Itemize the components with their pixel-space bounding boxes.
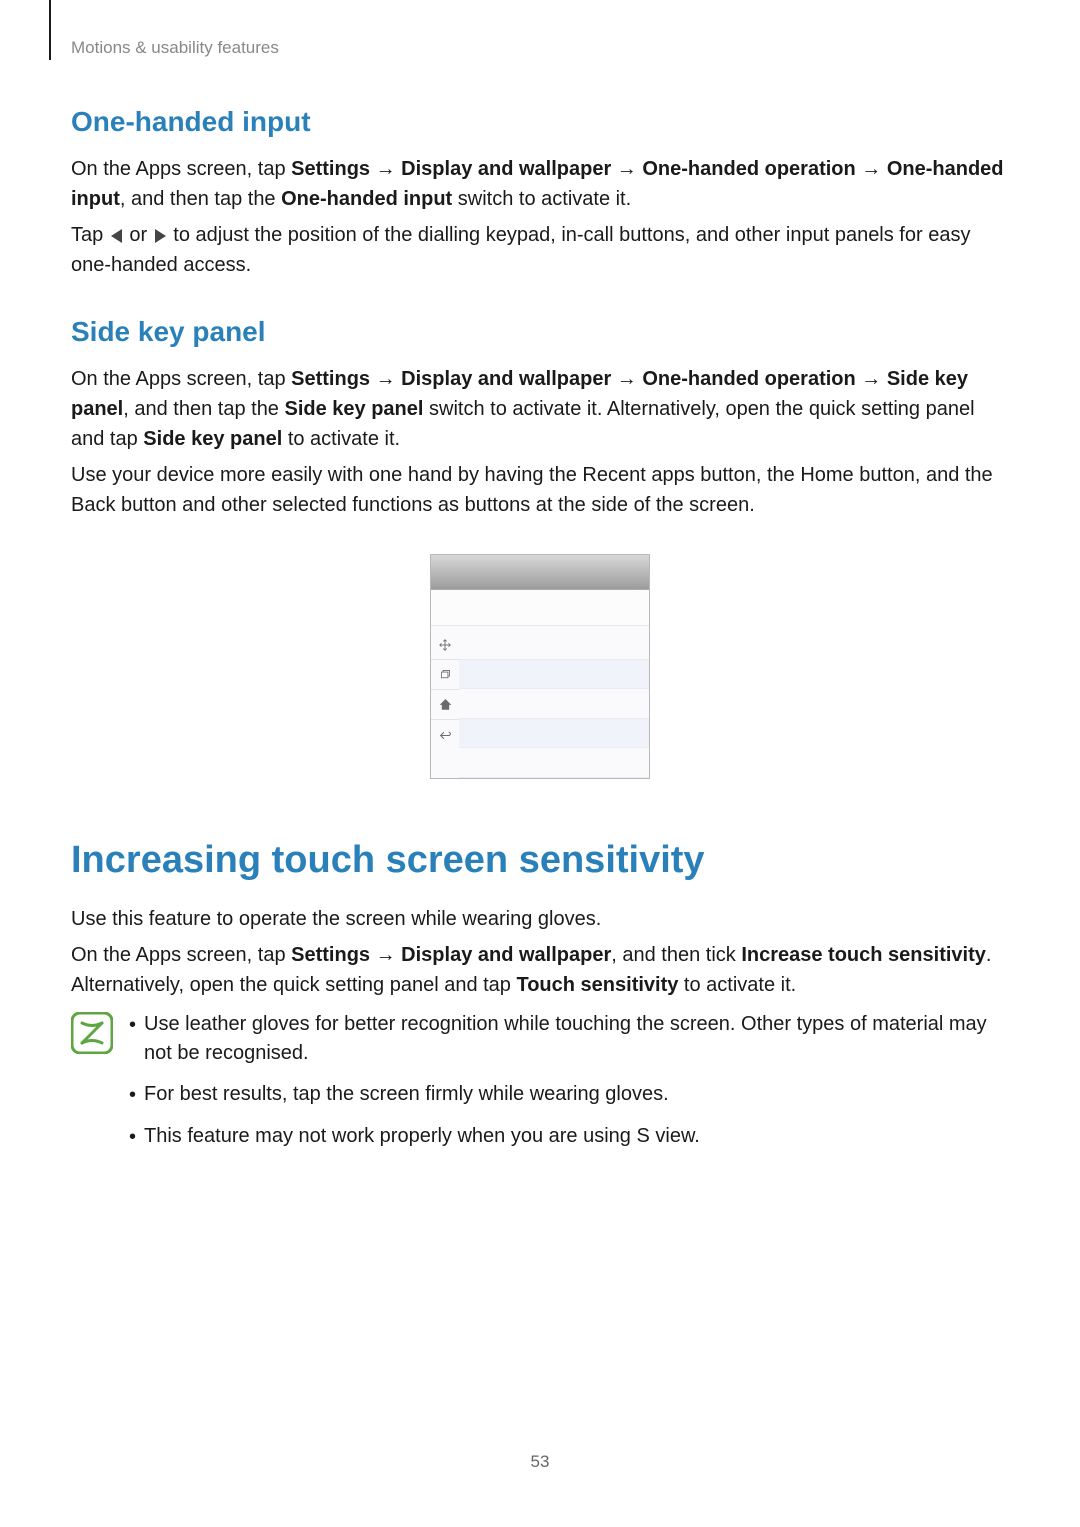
device-body <box>431 626 649 778</box>
text: On the Apps screen, tap <box>71 158 291 180</box>
ui-path-one-handed-operation: One-handed operation <box>642 368 855 390</box>
document-page: Motions & usability features One-handed … <box>0 0 1080 1164</box>
text: or <box>124 224 153 246</box>
right-arrow-icon <box>155 229 166 243</box>
arrow-sep: → <box>370 158 401 180</box>
text: On the Apps screen, tap <box>71 944 291 966</box>
section-side-key-panel: Side key panel On the Apps screen, tap S… <box>71 316 1009 779</box>
ui-label-increase-touch-sensitivity: Increase touch sensitivity <box>741 944 986 966</box>
ui-path-one-handed-operation: One-handed operation <box>642 158 855 180</box>
list-item <box>459 748 649 778</box>
bullet-item: • For best results, tap the screen firml… <box>129 1080 1009 1110</box>
page-number: 53 <box>0 1452 1080 1472</box>
breadcrumb: Motions & usability features <box>71 38 1009 58</box>
list-item <box>459 719 649 749</box>
device-subbar <box>431 590 649 626</box>
text: On the Apps screen, tap <box>71 368 291 390</box>
bullet-dot: • <box>129 1122 136 1152</box>
note-bullets: • Use leather gloves for better recognit… <box>129 1010 1009 1164</box>
paragraph: On the Apps screen, tap Settings → Displ… <box>71 940 1009 1000</box>
arrow-sep: → <box>370 368 401 390</box>
ui-path-display: Display and wallpaper <box>401 944 611 966</box>
text: , and then tap the <box>123 398 284 420</box>
list-item <box>459 689 649 719</box>
paragraph: Tap or to adjust the position of the dia… <box>71 220 1009 280</box>
ui-label-touch-sensitivity: Touch sensitivity <box>516 974 678 996</box>
text: switch to activate it. <box>452 188 631 210</box>
ui-path-settings: Settings <box>291 368 370 390</box>
heading-side-key-panel: Side key panel <box>71 316 1009 348</box>
ui-path-display: Display and wallpaper <box>401 368 611 390</box>
arrow-sep: → <box>856 368 887 390</box>
bullet-dot: • <box>129 1010 136 1068</box>
paragraph: Use your device more easily with one han… <box>71 460 1009 520</box>
text: to activate it. <box>282 428 400 450</box>
ui-label-side-key-panel: Side key panel <box>143 428 282 450</box>
device-illustration <box>430 554 650 779</box>
note-icon <box>71 1012 113 1054</box>
heading-touch-sensitivity: Increasing touch screen sensitivity <box>71 839 1009 882</box>
paragraph: On the Apps screen, tap Settings → Displ… <box>71 154 1009 214</box>
move-icon <box>431 630 459 660</box>
text: , and then tap the <box>120 188 281 210</box>
side-key-panel-column <box>431 630 459 750</box>
bullet-text: Use leather gloves for better recognitio… <box>144 1010 1009 1068</box>
home-icon <box>431 690 459 720</box>
back-icon <box>431 720 459 750</box>
arrow-sep: → <box>370 944 401 966</box>
ui-path-settings: Settings <box>291 158 370 180</box>
arrow-sep: → <box>611 158 642 180</box>
left-arrow-icon <box>111 229 122 243</box>
paragraph: Use this feature to operate the screen w… <box>71 904 1009 934</box>
bullet-item: • Use leather gloves for better recognit… <box>129 1010 1009 1068</box>
text: , and then tick <box>611 944 741 966</box>
ui-path-settings: Settings <box>291 944 370 966</box>
paragraph: On the Apps screen, tap Settings → Displ… <box>71 364 1009 454</box>
ui-path-display: Display and wallpaper <box>401 158 611 180</box>
note-block: • Use leather gloves for better recognit… <box>71 1010 1009 1164</box>
bullet-text: For best results, tap the screen firmly … <box>144 1080 669 1110</box>
text: Tap <box>71 224 109 246</box>
bullet-dot: • <box>129 1080 136 1110</box>
bullet-item: • This feature may not work properly whe… <box>129 1122 1009 1152</box>
list-rows <box>459 630 649 778</box>
ui-label-side-key-panel: Side key panel <box>285 398 424 420</box>
ui-label-one-handed-input: One-handed input <box>281 188 452 210</box>
recent-apps-icon <box>431 660 459 690</box>
arrow-sep: → <box>611 368 642 390</box>
section-touch-sensitivity: Increasing touch screen sensitivity Use … <box>71 839 1009 1164</box>
text: to activate it. <box>678 974 796 996</box>
heading-one-handed-input: One-handed input <box>71 106 1009 138</box>
text: to adjust the position of the dialling k… <box>71 224 970 276</box>
arrow-sep: → <box>856 158 887 180</box>
bullet-text: This feature may not work properly when … <box>144 1122 700 1152</box>
crop-mark <box>49 0 51 60</box>
device-titlebar <box>431 555 649 590</box>
section-one-handed-input: One-handed input On the Apps screen, tap… <box>71 106 1009 280</box>
list-item <box>459 630 649 660</box>
list-item <box>459 660 649 690</box>
